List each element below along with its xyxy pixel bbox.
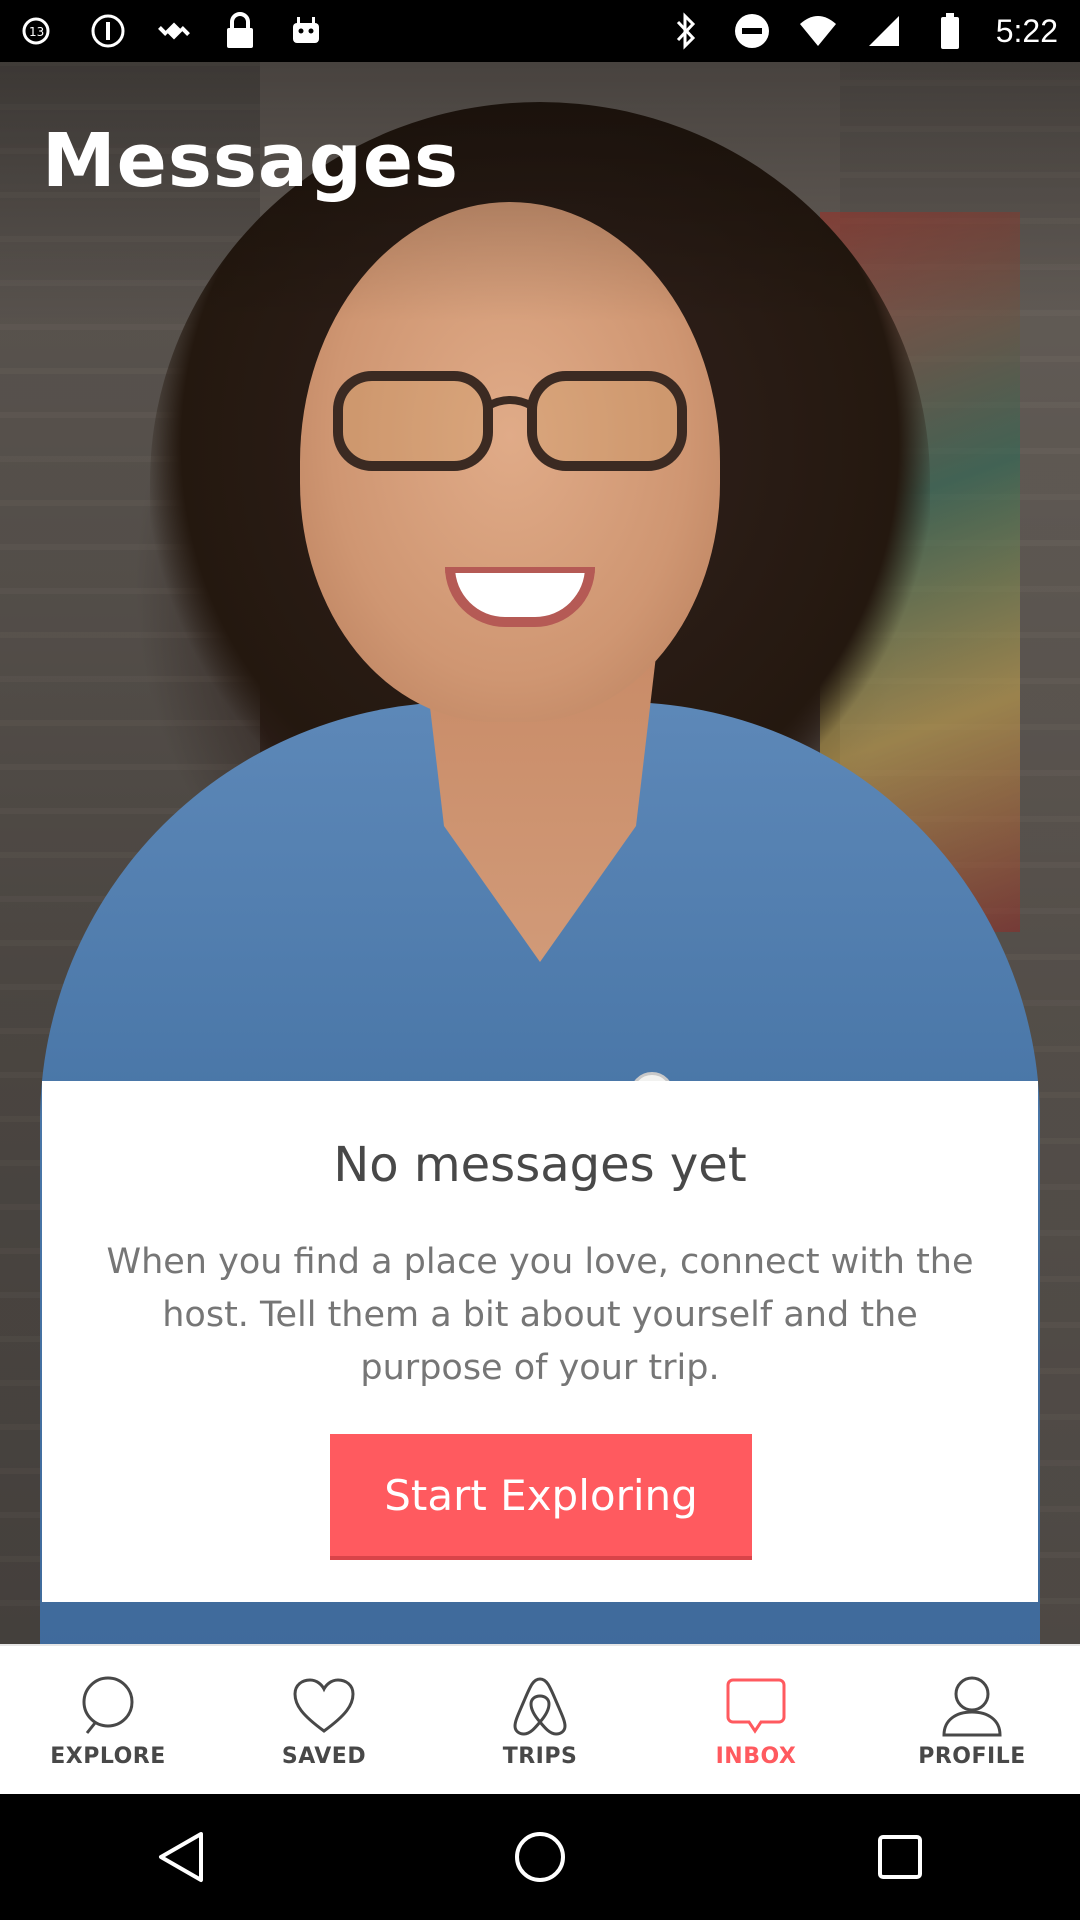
svg-text:13: 13	[29, 25, 44, 39]
tab-inbox-label: INBOX	[715, 1744, 797, 1769]
tab-saved-label: SAVED	[281, 1744, 367, 1769]
airbnb-belo-icon	[508, 1674, 572, 1738]
start-exploring-button[interactable]: Start Exploring	[330, 1434, 752, 1560]
cellular-signal-icon	[864, 11, 904, 51]
page-title: Messages	[42, 118, 460, 204]
battery-icon	[930, 11, 970, 51]
empty-state-card: No messages yet When you find a place yo…	[42, 1081, 1038, 1602]
tab-trips[interactable]: TRIPS	[432, 1646, 648, 1794]
back-icon[interactable]	[135, 1812, 225, 1902]
tab-inbox[interactable]: INBOX	[648, 1646, 864, 1794]
home-icon[interactable]	[495, 1812, 585, 1902]
recents-icon[interactable]	[855, 1812, 945, 1902]
system-nav-bar	[0, 1794, 1080, 1920]
chat-bubble-icon	[724, 1674, 788, 1738]
bottom-tab-bar: EXPLORE SAVED TRIPS INBOX PROFILE	[0, 1644, 1080, 1794]
bluetooth-icon	[666, 11, 706, 51]
tab-explore[interactable]: EXPLORE	[0, 1646, 216, 1794]
person-glasses	[333, 371, 687, 471]
status-bar-notifications: 13	[22, 11, 326, 51]
status-bar-system: 5:22	[666, 11, 1058, 51]
status-time: 5:22	[995, 12, 1058, 49]
status-bar: 13 5:22	[0, 0, 1080, 62]
person-icon	[940, 1674, 1004, 1738]
heart-icon	[292, 1674, 356, 1738]
do-not-disturb-icon	[732, 11, 772, 51]
tab-saved[interactable]: SAVED	[216, 1646, 432, 1794]
tab-profile-label: PROFILE	[918, 1744, 1026, 1769]
abc13-icon: 13	[22, 11, 62, 51]
tab-trips-label: TRIPS	[502, 1744, 578, 1769]
alert-circle-icon	[88, 11, 128, 51]
empty-state-title: No messages yet	[333, 1137, 747, 1193]
lock-icon	[220, 11, 260, 51]
tab-profile[interactable]: PROFILE	[864, 1646, 1080, 1794]
search-icon	[76, 1674, 140, 1738]
fake-gps-satellite-icon	[154, 11, 194, 51]
tab-explore-label: EXPLORE	[50, 1744, 166, 1769]
wifi-icon	[798, 11, 838, 51]
empty-state-body: When you find a place you love, connect …	[106, 1242, 974, 1388]
android-robot-icon	[286, 11, 326, 51]
